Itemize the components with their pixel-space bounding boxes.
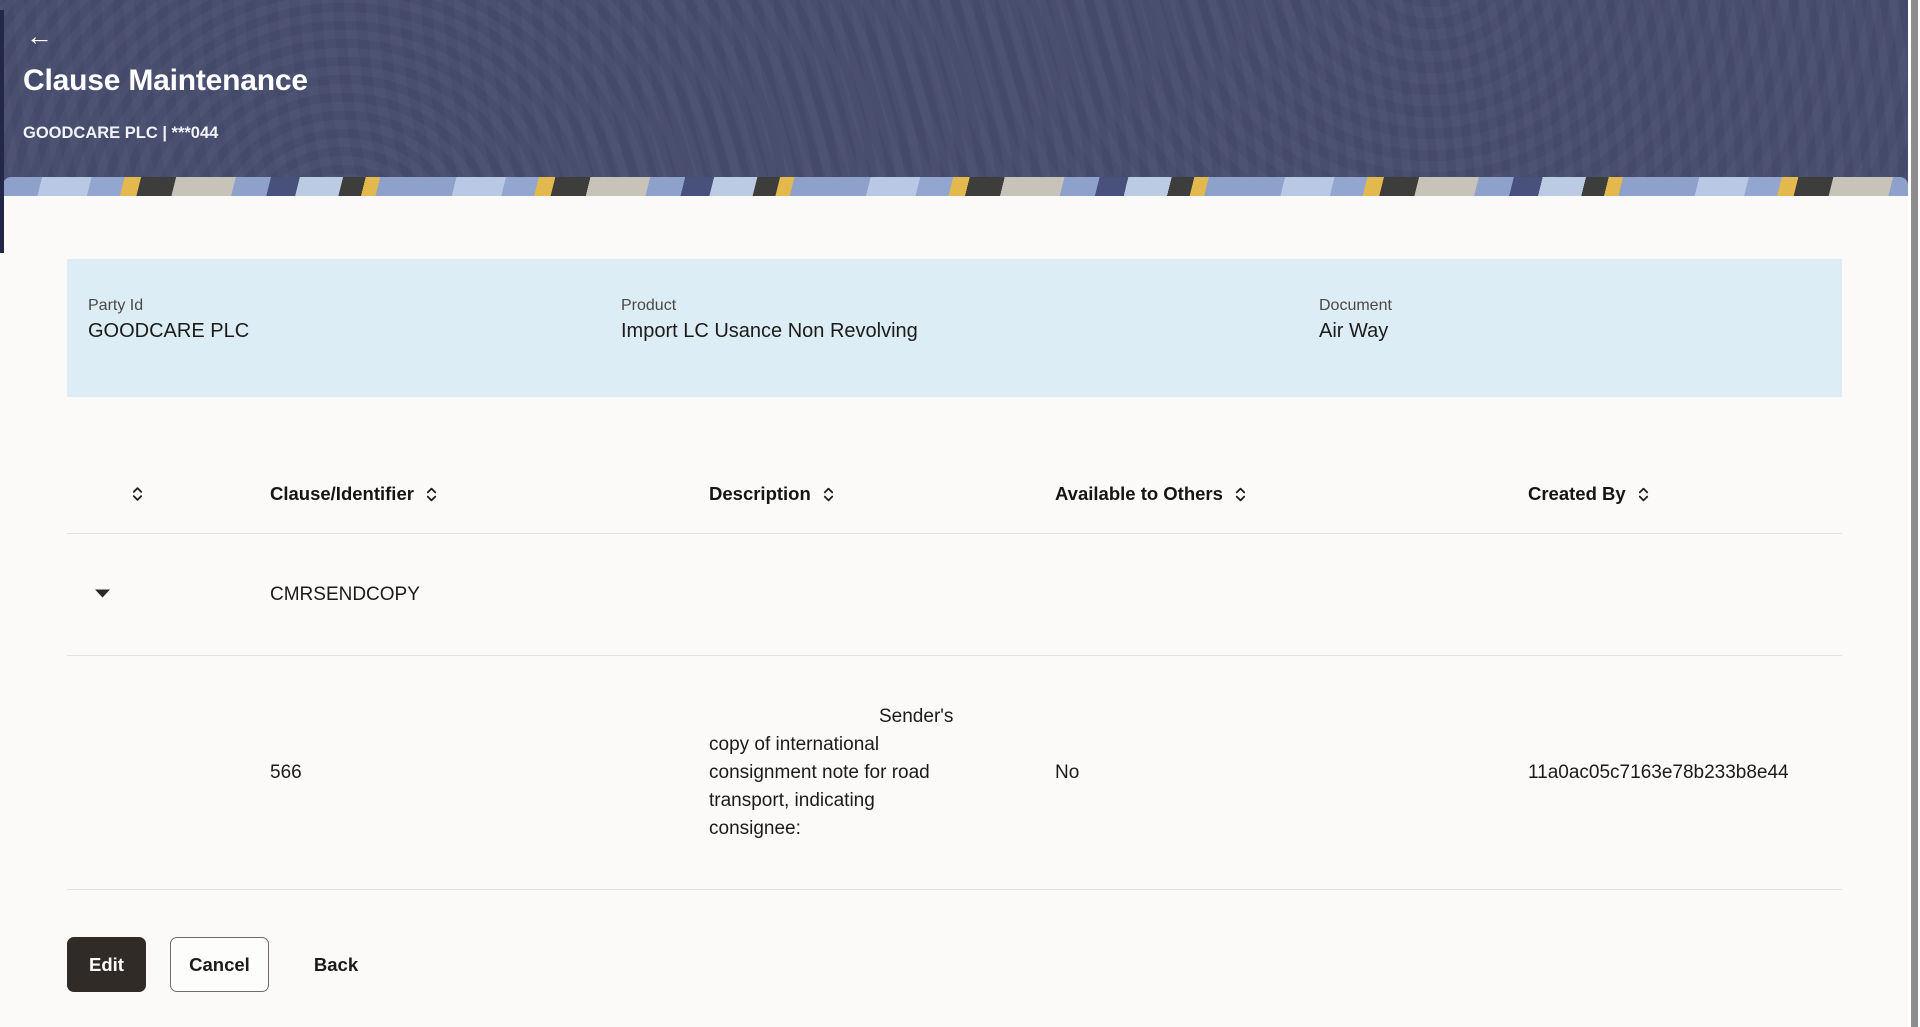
vertical-scrollbar-track[interactable] (1908, 0, 1920, 1027)
sort-icon (425, 486, 438, 503)
summary-panel: Party Id GOODCARE PLC Product Import LC … (67, 259, 1842, 397)
sort-icon (1637, 486, 1650, 503)
column-label: Clause/Identifier (270, 483, 414, 505)
document-label: Document (1319, 297, 1392, 315)
sort-icon (131, 486, 144, 503)
product-label: Product (621, 297, 918, 315)
expand-row-button[interactable] (93, 580, 127, 610)
left-edge-accent (0, 10, 4, 253)
available-to-others-cell: No (1055, 762, 1079, 784)
column-header-clause-identifier[interactable]: Clause/Identifier (270, 483, 438, 505)
table-header-row: Clause/Identifier Description Available … (67, 455, 1842, 534)
sort-icon (822, 486, 835, 503)
column-label: Available to Others (1055, 483, 1223, 505)
column-label: Description (709, 483, 811, 505)
page-header: ← Clause Maintenance GOODCARE PLC | ***0… (0, 0, 1908, 196)
back-footer-button[interactable]: Back (300, 937, 372, 992)
product-value: Import LC Usance Non Revolving (621, 320, 918, 343)
column-header-sort-blank[interactable] (131, 486, 144, 503)
cancel-button[interactable]: Cancel (170, 937, 269, 992)
created-by-cell: 11a0ac05c7163e78b233b8e44 (1528, 762, 1789, 784)
decorative-pattern-strip (3, 177, 1908, 196)
column-header-created-by[interactable]: Created By (1528, 483, 1650, 505)
party-id-label: Party Id (88, 297, 249, 315)
column-header-description[interactable]: Description (709, 483, 835, 505)
party-subtitle: GOODCARE PLC | ***044 (23, 124, 218, 143)
back-button[interactable]: ← (26, 18, 66, 54)
clause-group-row: CMRSENDCOPY (67, 534, 1842, 656)
triangle-down-icon (93, 587, 112, 602)
clause-identifier-cell: CMRSENDCOPY (270, 584, 420, 606)
party-id-value: GOODCARE PLC (88, 320, 249, 343)
description-cell: Sender's copy of international consignme… (709, 703, 947, 843)
party-id-field: Party Id GOODCARE PLC (88, 297, 249, 343)
product-field: Product Import LC Usance Non Revolving (621, 297, 918, 343)
document-field: Document Air Way (1319, 297, 1392, 343)
clause-detail-row: 566 Sender's copy of international consi… (67, 656, 1842, 890)
sort-icon (1234, 486, 1247, 503)
vertical-scrollbar-thumb[interactable] (1911, 0, 1918, 1027)
column-header-available-to-others[interactable]: Available to Others (1055, 483, 1247, 505)
page-title: Clause Maintenance (23, 64, 308, 98)
clause-table: Clause/Identifier Description Available … (67, 455, 1842, 890)
clause-maintenance-screen: ← Clause Maintenance GOODCARE PLC | ***0… (0, 0, 1920, 1027)
edit-button[interactable]: Edit (67, 937, 146, 992)
document-value: Air Way (1319, 320, 1392, 343)
column-label: Created By (1528, 483, 1626, 505)
clause-identifier-cell: 566 (270, 762, 302, 784)
back-arrow-icon: ← (26, 21, 53, 51)
